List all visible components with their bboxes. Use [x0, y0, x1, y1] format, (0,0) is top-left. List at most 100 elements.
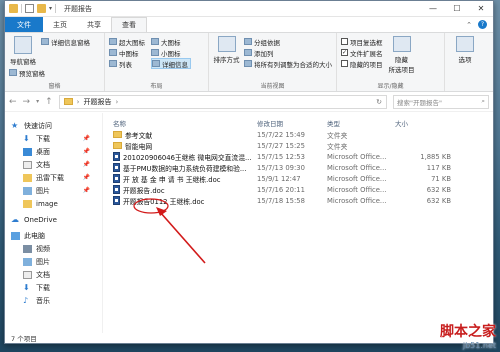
file-type: Microsoft Office... [327, 163, 387, 172]
column-date[interactable]: 修改日期 [257, 118, 327, 128]
file-row[interactable]: 开题报告.doc 15/7/16 20:11 Microsoft Office...… [107, 184, 493, 195]
document-icon [23, 160, 32, 169]
group-by-button[interactable]: 分组依据 [244, 36, 332, 47]
nav-downloads[interactable]: ⬇ 下载 📌 [5, 132, 102, 145]
file-type: 文件夹 [327, 131, 348, 140]
layout-small-icons[interactable]: 小图标 [151, 47, 191, 58]
pin-icon[interactable]: 📌 [83, 174, 90, 181]
file-name: 201020906046王继栋 微电网交直流混... [123, 153, 252, 162]
file-type: Microsoft Office... [327, 196, 387, 205]
file-row[interactable]: 开题报告0112 王继栋.doc 15/7/18 15:58 Microsoft O… [107, 195, 493, 206]
layout-group: 超大图标 大图标 中图标 小图标 列表 详细信息 布局 [105, 33, 209, 91]
nav-label: 迅雷下载 [36, 173, 64, 182]
nav-documents[interactable]: 文档 📌 [5, 158, 102, 171]
nav-onedrive[interactable]: ☁ OneDrive [5, 213, 102, 226]
minimize-button[interactable]: — [421, 1, 445, 17]
details-pane-label: 详细信息窗格 [51, 38, 90, 47]
quick-access-dropdown-icon[interactable]: ▾ [49, 5, 52, 12]
file-row[interactable]: 基于PMU数据的电力系统负荷建模和验... 15/7/13 09:30 Micros… [107, 162, 493, 173]
nav-music[interactable]: ♪ 音乐 [5, 294, 102, 307]
list-icon [109, 60, 117, 67]
layout-list[interactable]: 列表 [109, 58, 149, 69]
nav-label: 文档 [36, 270, 50, 279]
column-size[interactable]: 大小 [395, 118, 455, 128]
item-checkboxes-toggle[interactable]: 项目复选框 [341, 36, 383, 47]
search-input[interactable]: 搜索"开题报告" ⌕ [393, 94, 489, 109]
file-row[interactable]: 开 放 基 金 申 请 书 王继栋.doc 15/9/1 12:47 Microso… [107, 173, 493, 184]
hidden-items-toggle[interactable]: 隐藏的项目 [341, 58, 383, 69]
nav-quick-access[interactable]: ★ 快速访问 [5, 119, 102, 132]
forward-arrow-icon[interactable]: → [23, 97, 31, 107]
new-folder-icon[interactable] [37, 4, 46, 13]
show-hide-group: 项目复选框 ✓ 文件扩展名 隐藏的项目 隐藏 所选项目 显示/隐藏 [337, 33, 445, 91]
size-columns-button[interactable]: 将所有列调整为合适的大小 [244, 58, 332, 69]
chevron-down-icon[interactable]: ▾ [36, 98, 39, 105]
options-icon [456, 36, 474, 52]
layout-details[interactable]: 详细信息 [151, 58, 191, 69]
chevron-up-icon[interactable]: ⌃ [466, 21, 472, 29]
layout-medium-icons[interactable]: 中图标 [109, 47, 149, 58]
nav-documents-pc[interactable]: 文档 [5, 268, 102, 281]
nav-this-pc[interactable]: 此电脑 [5, 229, 102, 242]
file-name-cell: 开题报告.doc [107, 185, 257, 195]
pin-icon[interactable]: 📌 [83, 187, 90, 194]
file-name-cell: 201020906046王继栋 微电网交直流混... [107, 152, 257, 162]
nav-pictures[interactable]: 图片 📌 [5, 184, 102, 197]
file-name-cell: 开题报告0112 王继栋.doc [107, 196, 257, 206]
file-row[interactable]: 201020906046王继栋 微电网交直流混... 15/7/15 12:53 M… [107, 151, 493, 162]
tab-view[interactable]: 查看 [111, 17, 147, 32]
download-icon: ⬇ [23, 282, 30, 292]
nav-pane-button[interactable]: 导航窗格 [9, 36, 37, 66]
watermark: 脚本之家 jb51.net [440, 321, 496, 350]
nav-thunder-downloads[interactable]: 迅雷下载 📌 [5, 171, 102, 184]
layout-large-icons[interactable]: 大图标 [151, 36, 191, 47]
breadcrumb-current[interactable]: 开题报告 [83, 97, 111, 107]
checkbox-checked[interactable]: ✓ [341, 49, 348, 56]
column-type[interactable]: 类型 [327, 118, 395, 128]
address-box[interactable]: › 开题报告 › ↻ [58, 94, 387, 109]
panes-group: 导航窗格 详细信息窗格 预览窗格 窗格 [5, 33, 105, 91]
preview-pane-icon [9, 69, 17, 76]
maximize-button[interactable]: ☐ [445, 1, 469, 17]
preview-pane-button[interactable]: 预览窗格 [9, 67, 100, 78]
properties-icon[interactable] [25, 4, 34, 13]
word-document-icon [113, 185, 120, 194]
nav-pictures-pc[interactable]: 图片 [5, 255, 102, 268]
file-size: 632 KB [426, 196, 451, 205]
nav-image[interactable]: image [5, 197, 102, 210]
layout-label: 列表 [119, 60, 132, 69]
file-row[interactable]: 智能电网 15/7/27 15:25 文件夹 [107, 140, 493, 151]
search-icon[interactable]: ⌕ [481, 97, 485, 106]
details-pane-icon [41, 38, 49, 45]
pin-icon[interactable]: 📌 [83, 135, 90, 142]
file-extensions-toggle[interactable]: ✓ 文件扩展名 [341, 47, 383, 58]
help-icon[interactable]: ? [478, 20, 487, 29]
nav-label: 下载 [36, 283, 50, 292]
nav-desktop[interactable]: 桌面 📌 [5, 145, 102, 158]
tab-home[interactable]: 主页 [43, 17, 77, 32]
close-button[interactable]: ✕ [469, 1, 493, 17]
layout-extra-large-icons[interactable]: 超大图标 [109, 36, 149, 47]
nav-downloads-pc[interactable]: ⬇ 下载 [5, 281, 102, 294]
sort-by-label: 排序方式 [213, 56, 240, 64]
back-arrow-icon[interactable]: ← [9, 97, 17, 107]
up-arrow-icon[interactable]: ↑ [45, 97, 53, 107]
tab-file[interactable]: 文件 [5, 17, 43, 32]
options-button[interactable]: 选项 [449, 36, 481, 64]
checkbox[interactable] [341, 38, 348, 45]
column-name[interactable]: 名称 [107, 118, 257, 128]
nav-pane-icon [14, 36, 32, 54]
large-icons-icon [151, 38, 159, 45]
pin-icon[interactable]: 📌 [83, 161, 90, 168]
nav-videos[interactable]: 视频 [5, 242, 102, 255]
checkbox[interactable] [341, 60, 348, 67]
add-columns-button[interactable]: 添加列 [244, 47, 332, 58]
folder-icon [23, 173, 32, 182]
file-row[interactable]: 参考文献 15/7/22 15:49 文件夹 [107, 129, 493, 140]
refresh-icon[interactable]: ↻ [376, 98, 382, 106]
pin-icon[interactable]: 📌 [83, 148, 90, 155]
tab-share[interactable]: 共享 [77, 17, 111, 32]
details-pane-button[interactable]: 详细信息窗格 [41, 36, 90, 47]
divider [55, 4, 57, 13]
group-by-icon [244, 38, 252, 45]
